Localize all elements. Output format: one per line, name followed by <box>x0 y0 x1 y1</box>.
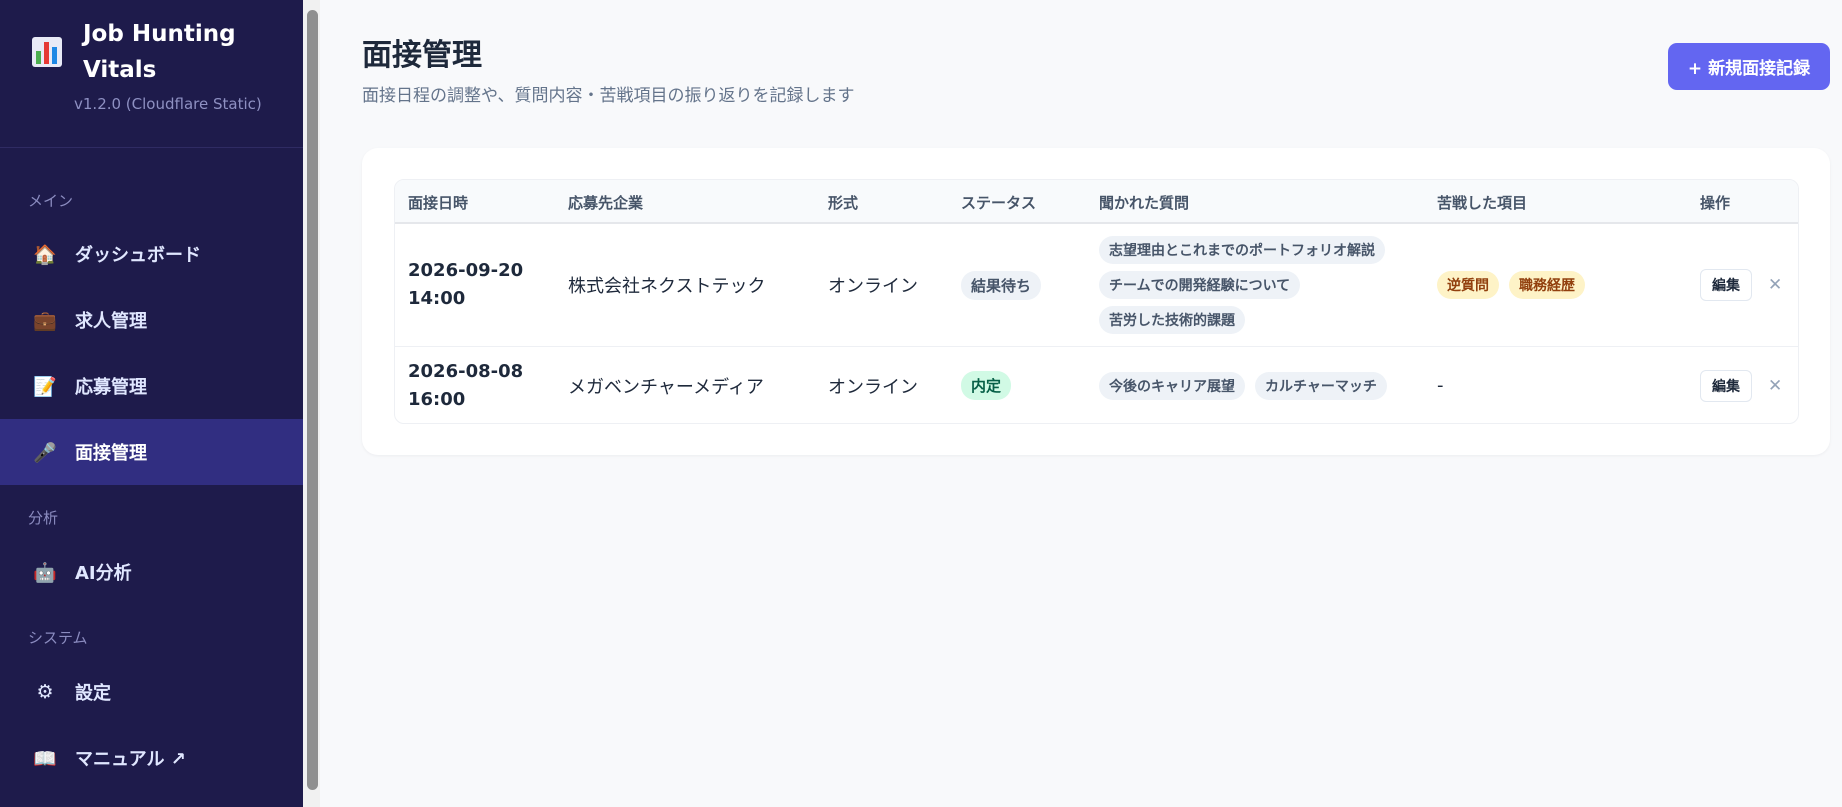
interview-time: 16:00 <box>408 388 466 410</box>
struggles-empty: - <box>1437 375 1444 396</box>
status-badge: 内定 <box>961 371 1012 400</box>
col-header-datetime: 面接日時 <box>408 194 469 212</box>
interview-date: 2026-09-20 <box>408 260 524 281</box>
app-title: Job Hunting Vitals <box>83 21 236 83</box>
document-pen-icon: 📝 <box>33 375 57 398</box>
house-icon: 🏠 <box>33 243 57 266</box>
sidebar-item-dashboard[interactable]: 🏠 ダッシュボード <box>0 221 303 287</box>
interviews-table: 面接日時 応募先企業 形式 ステータス 聞かれた質問 苦戦した項目 操作 202… <box>394 179 1799 424</box>
robot-icon: 🤖 <box>33 561 57 584</box>
nav-section-system: システム <box>28 629 88 647</box>
nav-section-main: メイン <box>28 192 74 210</box>
col-header-actions: 操作 <box>1700 194 1731 212</box>
sidebar-item-manual[interactable]: 📖 マニュアル ↗ <box>0 725 303 791</box>
question-tag: 苦労した技術的課題 <box>1099 306 1245 334</box>
question-tag: カルチャーマッチ <box>1255 371 1387 400</box>
sidebar-item-settings[interactable]: ⚙ 設定 <box>0 659 303 725</box>
new-interview-button[interactable]: + 新規面接記録 <box>1668 43 1830 90</box>
sidebar: Job Hunting Vitals v1.2.0 (Cloudflare St… <box>0 0 303 807</box>
col-header-format: 形式 <box>828 194 859 212</box>
sidebar-item-ai-analysis[interactable]: 🤖 AI分析 <box>0 539 303 605</box>
sidebar-item-label: AI分析 <box>75 563 132 584</box>
col-header-company: 応募先企業 <box>568 194 644 212</box>
sidebar-item-label: 面接管理 <box>75 443 147 464</box>
page-title: 面接管理 <box>362 38 482 73</box>
delete-icon[interactable]: ✕ <box>1768 275 1782 295</box>
book-icon: 📖 <box>33 747 57 770</box>
table-row: 2026-09-20 14:00 株式会社ネクストテック オンライン 結果待ち … <box>395 224 1798 347</box>
struggle-tag: 職務経歴 <box>1509 271 1585 299</box>
interview-datetime: 2026-09-20 14:00 <box>408 257 523 313</box>
edit-button[interactable]: 編集 <box>1700 269 1752 301</box>
app-version: v1.2.0 (Cloudflare Static) <box>74 95 262 113</box>
interview-time: 14:00 <box>408 288 466 309</box>
interview-date: 2026-08-08 <box>408 360 524 382</box>
edit-button[interactable]: 編集 <box>1700 369 1752 402</box>
interviews-card: 面接日時 応募先企業 形式 ステータス 聞かれた質問 苦戦した項目 操作 202… <box>362 148 1830 455</box>
company-name: 株式会社ネクストテック <box>568 276 766 297</box>
question-tags: 志望理由とこれまでのポートフォリオ解説 チームでの開発経験について 苦労した技術… <box>1099 236 1385 334</box>
question-tag: 今後のキャリア展望 <box>1099 371 1245 400</box>
sidebar-item-applications[interactable]: 📝 応募管理 <box>0 353 303 419</box>
interview-format: オンライン <box>828 276 918 297</box>
status-badge: 結果待ち <box>961 270 1042 300</box>
handshake-icon: 🎤 <box>33 441 57 464</box>
table-row: 2026-08-08 16:00 メガベンチャーメディア オンライン 内定 今後… <box>395 347 1798 423</box>
bar-chart-logo-icon <box>32 37 62 67</box>
sidebar-item-label: 応募管理 <box>75 377 147 398</box>
sidebar-item-label: ダッシュボード <box>75 245 201 266</box>
sidebar-item-label: マニュアル ↗ <box>75 749 186 770</box>
brand-header: Job Hunting Vitals v1.2.0 (Cloudflare St… <box>0 0 303 148</box>
briefcase-icon: 💼 <box>33 309 57 332</box>
sidebar-item-interviews[interactable]: 🎤 面接管理 <box>0 419 303 485</box>
sidebar-scrollbar-thumb[interactable] <box>307 10 318 790</box>
table-header: 面接日時 応募先企業 形式 ステータス 聞かれた質問 苦戦した項目 操作 <box>395 180 1798 224</box>
col-header-status: ステータス <box>961 194 1037 212</box>
interview-format: オンライン <box>828 376 918 398</box>
gear-icon: ⚙ <box>36 681 54 703</box>
nav-section-analysis: 分析 <box>28 509 59 527</box>
sidebar-item-label: 設定 <box>75 683 111 704</box>
page-subtitle: 面接日程の調整や、質問内容・苦戦項目の振り返りを記録します <box>362 86 855 106</box>
question-tag: チームでの開発経験について <box>1099 271 1301 299</box>
delete-icon[interactable]: ✕ <box>1768 376 1782 396</box>
col-header-questions: 聞かれた質問 <box>1099 194 1190 212</box>
question-tag: 志望理由とこれまでのポートフォリオ解説 <box>1099 236 1385 264</box>
col-header-struggles: 苦戦した項目 <box>1437 194 1528 212</box>
sidebar-item-jobs[interactable]: 💼 求人管理 <box>0 287 303 353</box>
struggle-tags: 逆質問 職務経歴 <box>1437 271 1585 299</box>
interview-datetime: 2026-08-08 16:00 <box>408 358 523 414</box>
struggle-tag: 逆質問 <box>1437 271 1499 299</box>
question-tags: 今後のキャリア展望 カルチャーマッチ <box>1099 371 1387 400</box>
company-name: メガベンチャーメディア <box>568 376 764 398</box>
sidebar-item-label: 求人管理 <box>75 311 147 332</box>
